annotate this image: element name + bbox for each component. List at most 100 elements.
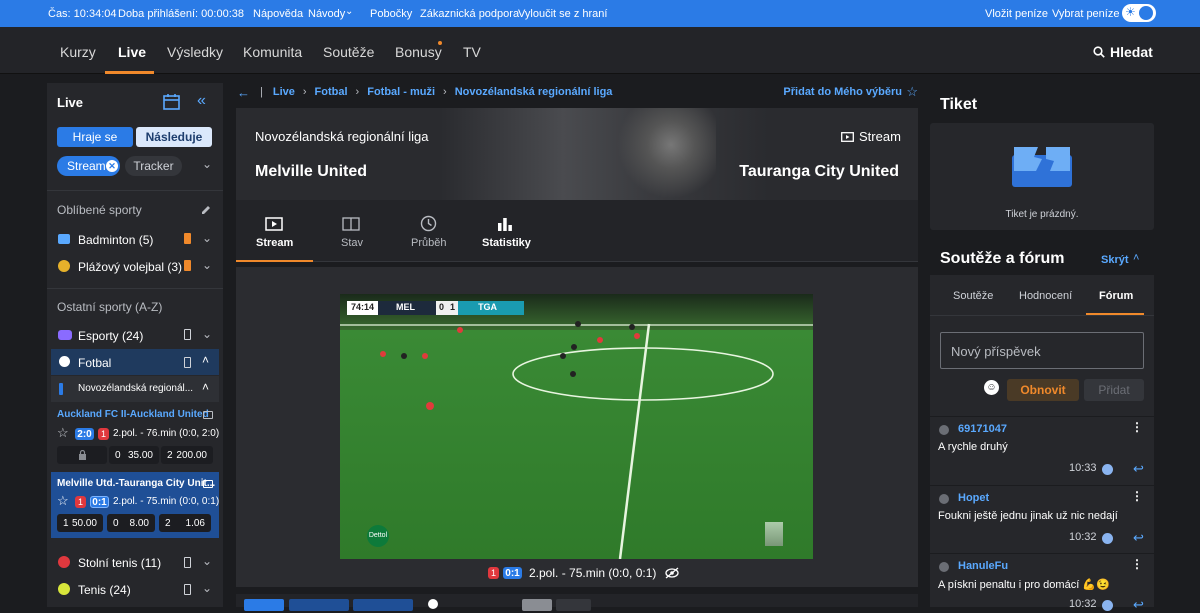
nav-community[interactable]: Komunita bbox=[243, 44, 302, 60]
new-post-input[interactable]: Nový příspěvek bbox=[940, 332, 1144, 369]
pin-icon[interactable] bbox=[184, 557, 191, 568]
chevron-down-icon[interactable]: ⌄ bbox=[202, 157, 212, 171]
chevron-down-icon[interactable]: ⌄ bbox=[202, 258, 212, 272]
chevron-up-icon[interactable]: ˄ bbox=[202, 353, 209, 367]
star-icon[interactable]: ☆ bbox=[57, 493, 69, 509]
pin-icon[interactable] bbox=[184, 260, 191, 271]
odds-button[interactable]: 0 8.00 bbox=[107, 514, 155, 532]
emoji-icon[interactable]: ☺ bbox=[984, 380, 999, 395]
calendar-icon[interactable] bbox=[163, 93, 180, 110]
match-card-selected[interactable]: Melville Utd.-Tauranga City Unit... ☆ 1 … bbox=[51, 472, 219, 538]
chevron-up-icon[interactable]: ˄ bbox=[202, 380, 209, 394]
collapse-sidebar-icon[interactable]: « bbox=[197, 92, 206, 110]
match-name: Melville Utd.-Tauranga City Unit... bbox=[57, 478, 216, 489]
tab-next[interactable]: Následuje bbox=[136, 127, 212, 147]
eye-slash-icon[interactable] bbox=[665, 567, 680, 579]
pin-icon[interactable] bbox=[184, 329, 191, 340]
stream-button[interactable]: Stream bbox=[841, 129, 901, 144]
help-link[interactable]: Nápověda bbox=[253, 8, 303, 20]
toggle-knob[interactable] bbox=[428, 599, 438, 609]
more-options-icon[interactable]: ⋮ bbox=[1131, 557, 1143, 571]
nav-tv[interactable]: TV bbox=[463, 44, 481, 60]
self-exclusion-link[interactable]: Vyloučit se z hraní bbox=[518, 8, 607, 20]
market-filter-button[interactable] bbox=[244, 599, 284, 611]
chevron-down-icon[interactable]: ⌄ bbox=[202, 231, 212, 245]
breadcrumb-league[interactable]: Novozélandská regionální liga bbox=[455, 86, 613, 98]
reaction-icon[interactable] bbox=[1102, 533, 1113, 544]
sidebar-item-esports[interactable]: Esporty (24) bbox=[78, 329, 143, 343]
filter-tracker[interactable]: Tracker bbox=[125, 156, 182, 176]
odds-button[interactable]: 0 35.00 bbox=[109, 446, 159, 464]
nav-results[interactable]: Výsledky bbox=[167, 44, 223, 60]
pin-icon[interactable] bbox=[184, 233, 191, 244]
branches-link[interactable]: Pobočky bbox=[370, 8, 412, 20]
chevron-up-icon[interactable]: ˄ bbox=[1133, 252, 1139, 264]
refresh-button[interactable]: Obnovit bbox=[1007, 379, 1079, 401]
pin-icon[interactable] bbox=[184, 584, 191, 595]
sidebar-item-badminton[interactable]: Badminton (5) bbox=[78, 233, 153, 247]
tab-statistics[interactable]: Statistiky bbox=[467, 200, 544, 262]
market-filter-button[interactable] bbox=[289, 599, 349, 611]
odds-button[interactable]: 2 200.00 bbox=[161, 446, 213, 464]
odds-button[interactable]: 1 50.00 bbox=[57, 514, 103, 532]
tab-progress[interactable]: Průběh bbox=[390, 200, 467, 262]
reply-icon[interactable]: ↩ bbox=[1133, 461, 1144, 477]
nav-bonuses[interactable]: Bonusy bbox=[395, 44, 442, 60]
hide-link[interactable]: Skrýt bbox=[1101, 254, 1129, 266]
reaction-icon[interactable] bbox=[1102, 600, 1113, 611]
tab-state[interactable]: Stav bbox=[313, 200, 390, 262]
sidebar-item-beach-volleyball[interactable]: Plážový volejbal (3) bbox=[78, 260, 182, 274]
tv-icon[interactable] bbox=[203, 480, 213, 488]
sidebar-item-table-tennis[interactable]: Stolní tenis (11) bbox=[78, 556, 161, 570]
breadcrumb-football-men[interactable]: Fotbal - muži bbox=[367, 86, 435, 98]
pin-icon[interactable] bbox=[184, 357, 191, 368]
more-options-icon[interactable]: ⋮ bbox=[1131, 420, 1143, 434]
post-author[interactable]: HanuleFu bbox=[958, 560, 1008, 572]
add-post-button[interactable]: Přidat bbox=[1084, 379, 1144, 401]
star-icon[interactable]: ☆ bbox=[906, 84, 918, 100]
breadcrumb-football[interactable]: Fotbal bbox=[315, 86, 348, 98]
reply-icon[interactable]: ↩ bbox=[1133, 597, 1144, 613]
withdraw-link[interactable]: Vybrat peníze bbox=[1052, 8, 1119, 20]
reaction-icon[interactable] bbox=[1102, 464, 1113, 475]
sidebar-item-football[interactable]: Fotbal ˄ bbox=[51, 349, 219, 375]
close-icon[interactable]: ✕ bbox=[106, 160, 118, 172]
chevron-down-icon[interactable]: ⌄ bbox=[345, 6, 353, 17]
chevron-down-icon[interactable]: ⌄ bbox=[202, 581, 212, 595]
support-link[interactable]: Zákaznická podpora bbox=[420, 8, 519, 20]
add-to-favorites-link[interactable]: Přidat do Mého výběru bbox=[783, 86, 902, 98]
post-author[interactable]: 69171047 bbox=[958, 423, 1007, 435]
market-filter-button[interactable] bbox=[353, 599, 413, 611]
tab-stream[interactable]: Stream bbox=[236, 200, 313, 262]
nav-live[interactable]: Live bbox=[118, 44, 146, 60]
post-author[interactable]: Hopet bbox=[958, 492, 989, 504]
tab-ratings[interactable]: Hodnocení bbox=[1019, 290, 1072, 302]
theme-toggle[interactable]: ☀ bbox=[1122, 4, 1156, 22]
more-options-icon[interactable]: ⋮ bbox=[1131, 489, 1143, 503]
odds-button[interactable]: 2 1.06 bbox=[159, 514, 211, 532]
breadcrumb-live[interactable]: Live bbox=[273, 86, 295, 98]
video-player[interactable]: 74:14 MEL 0 1 TGA Dettol bbox=[340, 294, 813, 559]
pencil-icon[interactable] bbox=[200, 204, 212, 216]
search-button[interactable]: Hledat bbox=[1093, 44, 1153, 60]
filter-stream[interactable]: Stream ✕ bbox=[57, 156, 120, 176]
chevron-down-icon[interactable]: ⌄ bbox=[202, 327, 212, 341]
deposit-link[interactable]: Vložit peníze bbox=[985, 8, 1048, 20]
chevron-down-icon[interactable]: ⌄ bbox=[202, 554, 212, 568]
nav-odds[interactable]: Kurzy bbox=[60, 44, 96, 60]
star-icon[interactable]: ☆ bbox=[57, 425, 69, 441]
reply-icon[interactable]: ↩ bbox=[1133, 530, 1144, 546]
match-card[interactable]: Auckland FC II-Auckland United ☆ 2:0 1 2… bbox=[51, 403, 219, 469]
tab-playing[interactable]: Hraje se bbox=[57, 127, 133, 147]
nav-contests[interactable]: Soutěže bbox=[323, 44, 374, 60]
market-filter-button[interactable] bbox=[522, 599, 552, 611]
back-arrow-icon[interactable]: ← bbox=[237, 85, 250, 100]
sidebar-item-tennis[interactable]: Tenis (24) bbox=[78, 583, 131, 597]
tab-contests[interactable]: Soutěže bbox=[953, 290, 993, 302]
tab-forum[interactable]: Fórum bbox=[1099, 290, 1133, 302]
football-icon bbox=[59, 356, 70, 367]
tv-icon[interactable] bbox=[203, 411, 213, 419]
market-filter-button[interactable] bbox=[556, 599, 591, 611]
guides-link[interactable]: Návody bbox=[308, 8, 345, 20]
league-row[interactable]: Novozélandská regionál... ˄ bbox=[51, 376, 219, 402]
